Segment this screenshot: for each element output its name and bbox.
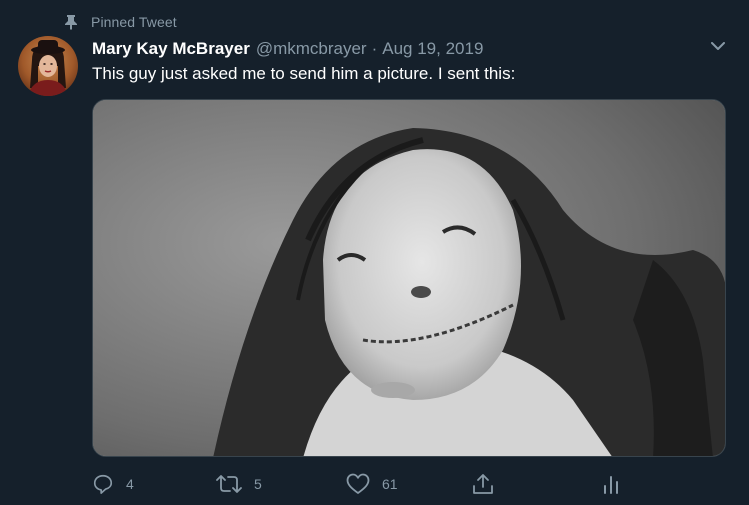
chevron-down-icon	[711, 38, 725, 56]
pinned-label: Pinned Tweet	[91, 14, 177, 30]
reply-button[interactable]: 4	[92, 470, 134, 498]
author-display-name[interactable]: Mary Kay McBrayer	[92, 39, 250, 59]
retweet-icon	[216, 473, 242, 495]
reply-count: 4	[126, 476, 134, 492]
analytics-button[interactable]	[602, 470, 620, 498]
heart-icon	[346, 473, 370, 495]
like-count: 61	[382, 476, 398, 492]
more-options-button[interactable]	[706, 36, 730, 58]
like-button[interactable]: 61	[346, 470, 398, 498]
tweet-text: This guy just asked me to send him a pic…	[92, 64, 516, 83]
author-handle[interactable]: @mkmcbrayer	[256, 39, 367, 59]
retweet-button[interactable]: 5	[216, 470, 262, 498]
tweet-card[interactable]: Pinned Tweet Mary Kay McBrayer @mkmcbray…	[0, 0, 749, 505]
share-icon	[472, 473, 494, 495]
pin-icon	[64, 14, 78, 30]
pinned-indicator: Pinned Tweet	[64, 12, 177, 32]
retweet-count: 5	[254, 476, 262, 492]
analytics-icon	[602, 473, 620, 495]
share-button[interactable]	[472, 470, 494, 498]
avatar[interactable]	[18, 36, 78, 96]
tweet-date[interactable]: Aug 19, 2019	[382, 39, 483, 59]
reply-icon	[92, 473, 114, 495]
tweet-photo[interactable]	[92, 99, 726, 457]
tweet-actions: 4 5 61	[92, 470, 726, 498]
tweet-header: Mary Kay McBrayer @mkmcbrayer · Aug 19, …	[92, 38, 483, 60]
header-separator: ·	[371, 39, 378, 58]
